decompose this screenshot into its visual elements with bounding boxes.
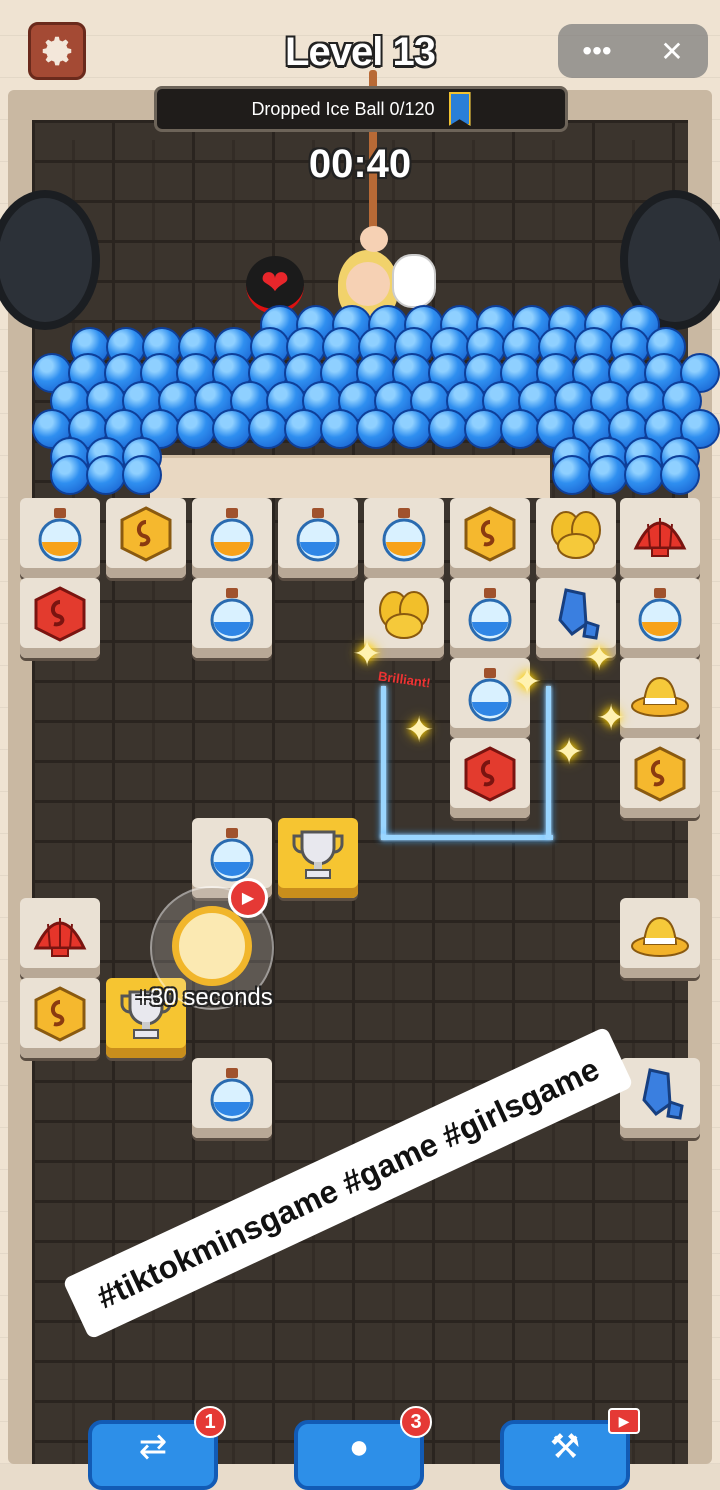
sparkle-icon: ✦ (554, 731, 585, 772)
ice-ball (356, 409, 396, 449)
film-icon: ▶ (608, 1408, 640, 1434)
tile-shell-red[interactable] (20, 898, 100, 978)
ice-ball (392, 409, 432, 449)
tile-gem-gold[interactable] (450, 498, 530, 578)
tile-leaf-gold[interactable] (536, 498, 616, 578)
tile-potion-blue[interactable] (192, 578, 272, 658)
tile-potion-orange[interactable] (364, 498, 444, 578)
gem-gold-icon (460, 506, 520, 564)
potion-orange-icon (630, 588, 690, 644)
potion-blue-icon (202, 1068, 262, 1124)
shell-red-icon (30, 912, 90, 964)
ice-ball (86, 455, 126, 495)
tile-potion-orange[interactable] (20, 498, 100, 578)
hint-count-badge: 3 (400, 1406, 432, 1438)
bulb-icon: ● (348, 1428, 370, 1466)
hammer-icon: ⚒ (549, 1428, 581, 1466)
match-path (381, 686, 386, 838)
ice-ball (428, 409, 468, 449)
trophy-silver-icon (288, 830, 348, 884)
tile-gem-gold[interactable] (620, 738, 700, 818)
potion-orange-icon (202, 508, 262, 564)
ice-ball (122, 455, 162, 495)
tile-hat-gold[interactable] (620, 658, 700, 738)
mini-program-capsule: ••• ✕ (558, 24, 708, 78)
potion-blue-icon (202, 588, 262, 644)
tile-gem-gold[interactable] (106, 498, 186, 578)
ice-ball (624, 455, 664, 495)
close-button[interactable]: ✕ (660, 35, 683, 68)
gem-gold-icon (630, 746, 690, 804)
tile-trophy-silver[interactable] (278, 818, 358, 898)
potion-blue-icon (288, 508, 348, 564)
ice-ball (50, 455, 90, 495)
goal-bar: Dropped Ice Ball 0/120 (154, 86, 568, 132)
hat-gold-icon (630, 912, 690, 964)
tile-potion-blue[interactable] (278, 498, 358, 578)
bonus-text: +30 seconds (136, 984, 273, 1011)
video-icon: ▶ (228, 878, 268, 918)
tile-crystal-blue[interactable] (620, 1058, 700, 1138)
ice-ball (212, 409, 252, 449)
ice-ball (552, 455, 592, 495)
sparkle-icon: ✦ (352, 633, 383, 674)
sparkle-icon: ✦ (584, 637, 615, 678)
sparkle-icon: ✦ (512, 661, 543, 702)
ice-ball (176, 409, 216, 449)
leaf-gold-icon (546, 511, 606, 564)
tile-gem-gold[interactable] (20, 978, 100, 1058)
video-glyph: ▶ (241, 890, 255, 907)
potion-blue-icon (202, 828, 262, 884)
ice-ball (500, 409, 540, 449)
clock-icon (172, 906, 252, 986)
shuffle-icon: ⇄ (138, 1428, 168, 1466)
tile-hat-gold[interactable] (620, 898, 700, 978)
tile-potion-blue[interactable] (450, 578, 530, 658)
more-menu-button[interactable]: ••• (582, 35, 611, 67)
ice-ball (660, 455, 700, 495)
hat-gold-icon (630, 672, 690, 724)
ice-ball (320, 409, 360, 449)
ice-ball (248, 409, 288, 449)
crystal-blue-icon (630, 1068, 690, 1124)
tile-shell-red[interactable] (620, 498, 700, 578)
flag-icon (448, 92, 471, 126)
timer: 00:40 (308, 142, 412, 186)
tile-gem-red[interactable] (20, 578, 100, 658)
shell-red-icon (630, 512, 690, 564)
match-path (381, 835, 553, 840)
gem-gold-icon (116, 506, 176, 564)
ice-ball (588, 455, 628, 495)
potion-orange-icon (30, 508, 90, 564)
potion-blue-icon (460, 588, 520, 644)
potion-blue-icon (460, 668, 520, 724)
sparkle-icon: ✦ (596, 697, 627, 738)
gem-gold-icon (30, 986, 90, 1044)
gem-red-icon (460, 746, 520, 804)
shuffle-count-badge: 1 (194, 1406, 226, 1438)
goal-text: Dropped Ice Ball 0/120 (251, 98, 435, 119)
tile-potion-orange[interactable] (192, 498, 272, 578)
gem-red-icon (30, 586, 90, 644)
match-path (546, 686, 551, 838)
tile-gem-red[interactable] (450, 738, 530, 818)
tile-potion-orange[interactable] (620, 578, 700, 658)
sparkle-icon: ✦ (404, 709, 435, 750)
ice-ball (464, 409, 504, 449)
ice-ball (284, 409, 324, 449)
ice-ball-pile (32, 305, 720, 495)
tile-potion-blue[interactable] (192, 1058, 272, 1138)
potion-orange-icon (374, 508, 434, 564)
leaf-gold-icon (374, 591, 434, 644)
